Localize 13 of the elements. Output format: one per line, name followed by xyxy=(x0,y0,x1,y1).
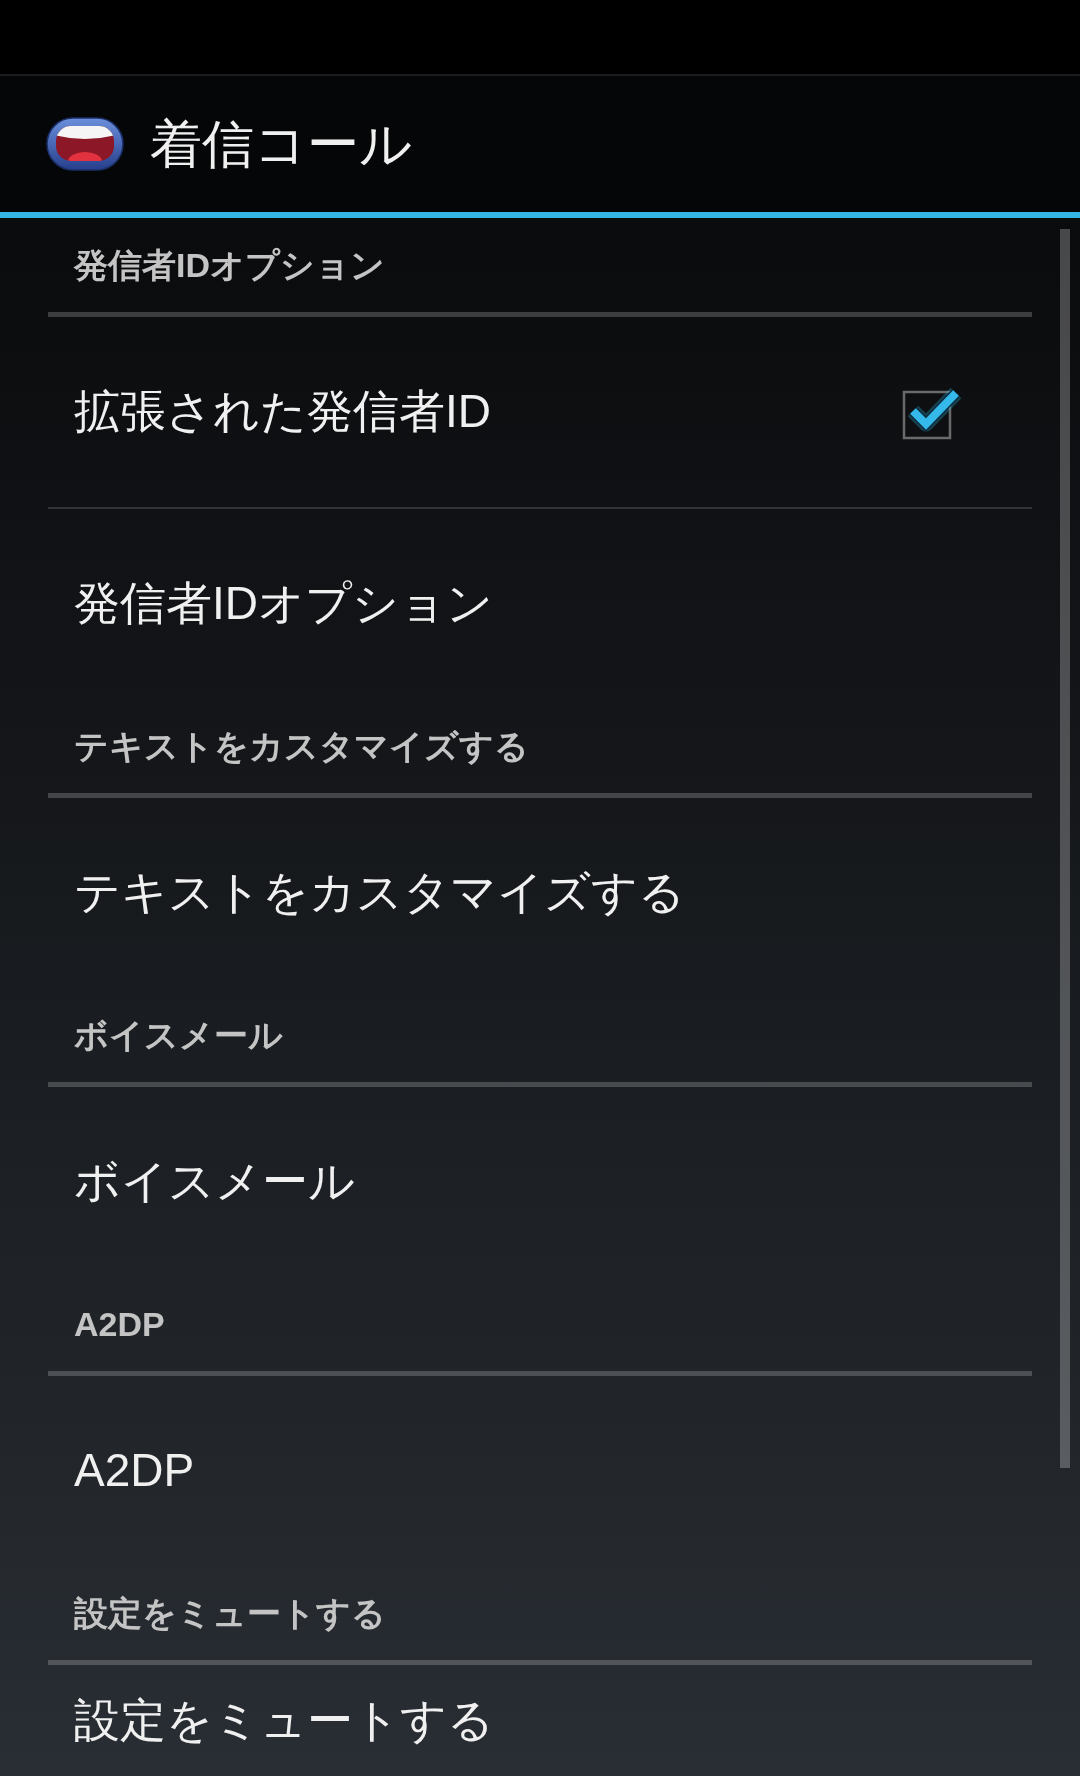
mouth-icon xyxy=(46,117,124,171)
category-header: A2DP xyxy=(74,1303,165,1345)
preference-item[interactable]: テキストをカスタマイズする xyxy=(48,798,1032,988)
preference-item[interactable]: 拡張された発信者ID xyxy=(48,317,1032,507)
preference-item[interactable]: 発信者IDオプション xyxy=(48,509,1032,699)
app-title: 着信コール xyxy=(150,118,412,170)
category-header: ボイスメール xyxy=(74,1014,283,1056)
preference-item[interactable]: A2DP xyxy=(48,1376,1032,1566)
preference-item[interactable]: 設定をミュートする xyxy=(48,1665,1032,1776)
category-header: テキストをカスタマイズする xyxy=(74,725,529,767)
preference-item[interactable]: ボイスメール xyxy=(48,1087,1032,1277)
category-header: 設定をミュートする xyxy=(74,1592,386,1634)
category-header: 発信者IDオプション xyxy=(74,244,385,286)
